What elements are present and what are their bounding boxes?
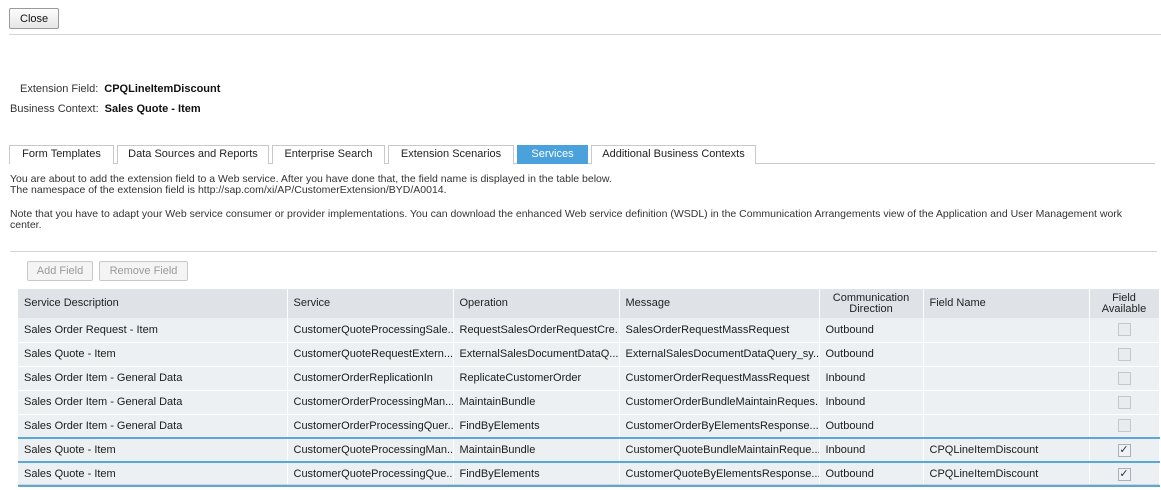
cell-field-available: ✓: [1089, 437, 1160, 463]
cell-operation: FindByElements: [453, 462, 620, 487]
cell-operation: RequestSalesOrderRequestCre...: [453, 318, 620, 343]
table-row[interactable]: Sales Order Item - General Data CustomerO…: [18, 414, 1160, 439]
cell-field-available: [1089, 318, 1160, 343]
cell-field-name: CPQLineItemDiscount: [923, 462, 1090, 487]
cell-direction: Inbound: [819, 437, 924, 463]
cell-direction: Inbound: [819, 366, 924, 391]
cell-field-name: [923, 414, 1090, 439]
tab-additional-business-contexts[interactable]: Additional Business Contexts: [591, 145, 756, 164]
cell-message: CustomerQuoteByElementsResponse...: [619, 462, 820, 487]
cell-service: CustomerOrderProcessingMan...: [287, 390, 454, 415]
cell-desc: Sales Quote - Item: [18, 462, 288, 487]
column-header-message[interactable]: Message: [619, 289, 820, 318]
cell-message: CustomerOrderBundleMaintainReques...: [619, 390, 820, 415]
table-row[interactable]: Sales Order Request - Item CustomerQuoteP…: [18, 318, 1160, 343]
divider: [18, 484, 1159, 485]
checkbox-unchecked[interactable]: [1117, 419, 1131, 433]
business-context-row: Business Context: Sales Quote - Item: [10, 103, 201, 115]
cell-message: CustomerOrderRequestMassRequest: [619, 366, 820, 391]
column-header-field-name[interactable]: Field Name: [923, 289, 1090, 318]
cell-desc: Sales Order Item - General Data: [18, 366, 288, 391]
table-row[interactable]: Sales Quote - Item CustomerQuoteProcessin…: [18, 437, 1160, 463]
tab-extension-scenarios[interactable]: Extension Scenarios: [388, 145, 514, 164]
cell-field-available: [1089, 366, 1160, 391]
cell-operation: MaintainBundle: [453, 390, 620, 415]
cell-message: SalesOrderRequestMassRequest: [619, 318, 820, 343]
cell-operation: FindByElements: [453, 414, 620, 439]
cell-service: CustomerQuoteProcessingMan...: [287, 437, 454, 463]
cell-field-name: [923, 390, 1090, 415]
extension-field-value: CPQLineItemDiscount: [104, 83, 221, 95]
cell-message: CustomerQuoteBundleMaintainReque...: [619, 437, 820, 463]
cell-service: CustomerQuoteRequestExtern...: [287, 342, 454, 367]
cell-message: CustomerOrderByElementsResponse...: [619, 414, 820, 439]
cell-message: ExternalSalesDocumentDataQuery_sy...: [619, 342, 820, 367]
column-header-communication-direction[interactable]: Communication Direction: [819, 289, 924, 318]
cell-field-available: [1089, 342, 1160, 367]
extension-field-row: Extension Field: CPQLineItemDiscount: [20, 83, 220, 95]
checkbox-unchecked[interactable]: [1117, 323, 1131, 337]
cell-operation: MaintainBundle: [453, 437, 620, 463]
divider: [9, 34, 1161, 35]
close-button[interactable]: Close: [9, 8, 60, 29]
checkbox-checked[interactable]: ✓: [1117, 443, 1131, 457]
table-row[interactable]: Sales Quote - Item CustomerQuoteProcessin…: [18, 462, 1160, 487]
cell-operation: ReplicateCustomerOrder: [453, 366, 620, 391]
table-row[interactable]: Sales Order Item - General Data CustomerO…: [18, 390, 1160, 415]
column-header-operation[interactable]: Operation: [453, 289, 620, 318]
cell-field-name: [923, 342, 1090, 367]
cell-desc: Sales Quote - Item: [18, 342, 288, 367]
table-row[interactable]: Sales Quote - Item CustomerQuoteRequestEx…: [18, 342, 1160, 367]
extension-field-label: Extension Field:: [20, 83, 99, 95]
business-context-label: Business Context:: [10, 103, 99, 115]
cell-field-name: [923, 318, 1090, 343]
cell-desc: Sales Order Request - Item: [18, 318, 288, 343]
cell-operation: ExternalSalesDocumentDataQ...: [453, 342, 620, 367]
tab-bar: Form Templates Data Sources and Reports …: [9, 145, 1155, 164]
cell-direction: Outbound: [819, 342, 924, 367]
info-text-note: Note that you have to adapt your Web ser…: [10, 208, 1123, 231]
column-header-service[interactable]: Service: [287, 289, 454, 318]
cell-desc: Sales Order Item - General Data: [18, 414, 288, 439]
cell-field-available: [1089, 414, 1160, 439]
checkbox-unchecked[interactable]: [1117, 371, 1131, 385]
checkbox-unchecked[interactable]: [1117, 395, 1131, 409]
check-icon: ✓: [1119, 467, 1129, 480]
check-icon: ✓: [1119, 443, 1129, 456]
cell-desc: Sales Order Item - General Data: [18, 390, 288, 415]
remove-field-button[interactable]: Remove Field: [99, 261, 188, 281]
table-header-row: Service Description Service Operation Me…: [18, 289, 1160, 318]
tab-form-templates[interactable]: Form Templates: [9, 145, 114, 164]
cell-service: CustomerOrderProcessingQuer...: [287, 414, 454, 439]
cell-desc: Sales Quote - Item: [18, 437, 288, 463]
cell-direction: Outbound: [819, 414, 924, 439]
table-row[interactable]: Sales Order Item - General Data CustomerO…: [18, 366, 1160, 391]
cell-service: CustomerOrderReplicationIn: [287, 366, 454, 391]
cell-field-available: ✓: [1089, 462, 1160, 487]
tab-enterprise-search[interactable]: Enterprise Search: [272, 145, 385, 164]
divider: [10, 251, 1157, 252]
checkbox-unchecked[interactable]: [1117, 347, 1131, 361]
cell-field-name: [923, 366, 1090, 391]
cell-field-name: CPQLineItemDiscount: [923, 437, 1090, 463]
cell-direction: Inbound: [819, 390, 924, 415]
cell-direction: Outbound: [819, 462, 924, 487]
cell-service: CustomerQuoteProcessingQue...: [287, 462, 454, 487]
info-text-line2: The namespace of the extension field is …: [10, 184, 447, 196]
column-header-service-description[interactable]: Service Description: [18, 289, 288, 318]
cell-service: CustomerQuoteProcessingSale...: [287, 318, 454, 343]
tab-data-sources-and-reports[interactable]: Data Sources and Reports: [117, 145, 269, 164]
checkbox-checked[interactable]: ✓: [1117, 467, 1131, 481]
add-field-button[interactable]: Add Field: [27, 261, 93, 281]
cell-direction: Outbound: [819, 318, 924, 343]
cell-field-available: [1089, 390, 1160, 415]
column-header-field-available[interactable]: Field Available: [1089, 289, 1160, 318]
services-table: Service Description Service Operation Me…: [18, 289, 1160, 487]
tab-services[interactable]: Services: [517, 145, 588, 164]
business-context-value: Sales Quote - Item: [104, 103, 201, 115]
